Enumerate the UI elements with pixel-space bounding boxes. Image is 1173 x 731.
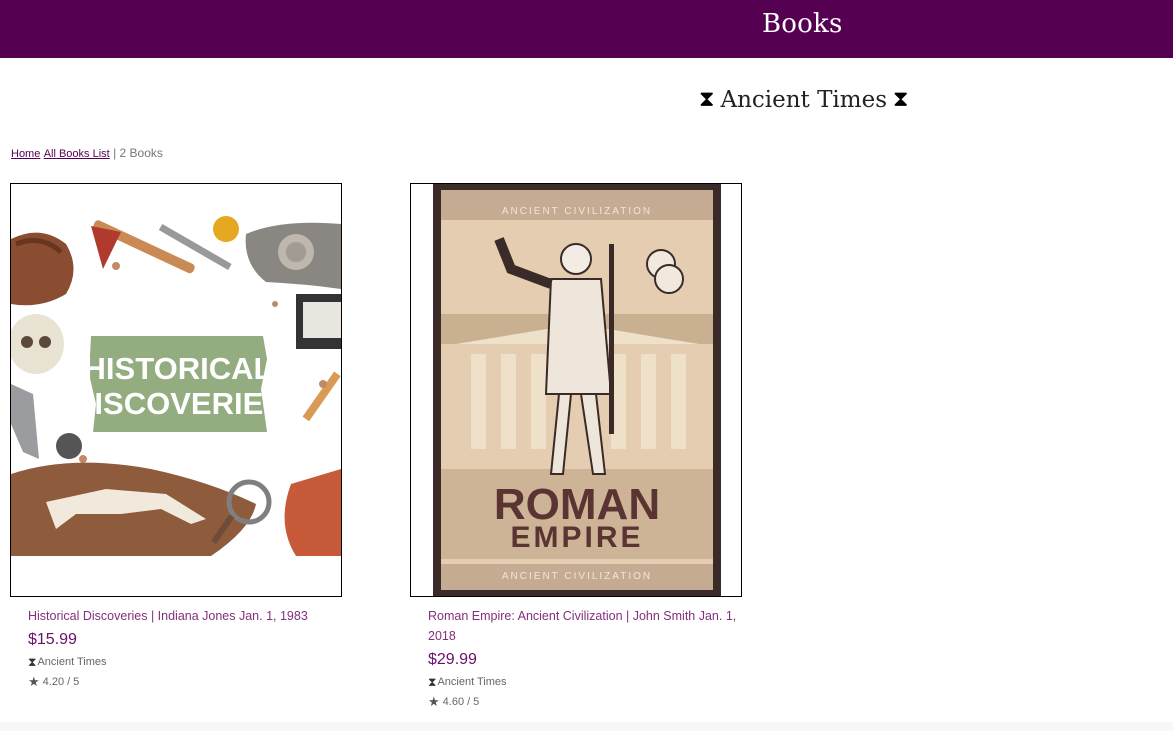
rating-max: 5 bbox=[73, 676, 80, 688]
rating-value: 4.60 bbox=[442, 696, 465, 708]
book-cover-link[interactable]: HISTORICAL DISCOVERIES bbox=[10, 183, 342, 597]
book-title-link[interactable]: Roman Empire: Ancient Civilization | Joh… bbox=[428, 606, 748, 646]
rating-value: 4.20 bbox=[42, 676, 65, 688]
home-link[interactable]: Home bbox=[11, 148, 40, 160]
rating-max: 5 bbox=[473, 696, 480, 708]
all-books-link[interactable]: All Books List bbox=[44, 148, 110, 160]
hourglass-icon: ⧗ bbox=[893, 87, 909, 112]
rating-slash: / bbox=[67, 676, 71, 688]
hourglass-icon: ⧗ bbox=[699, 87, 715, 112]
book-title-link[interactable]: Historical Discoveries | Indiana Jones J… bbox=[28, 606, 348, 626]
book-category-label: Ancient Times bbox=[37, 656, 107, 668]
book-category-label: Ancient Times bbox=[437, 676, 507, 688]
book-cover-image: ANCIENT CIVILIZATION ROMAN EMPIRE ANCIEN… bbox=[411, 184, 741, 596]
book-rating: ★ 4.60 / 5 bbox=[428, 692, 748, 712]
brand-link[interactable]: Books bbox=[762, 9, 843, 39]
book-count: 2 Books bbox=[119, 146, 163, 160]
rating-slash: / bbox=[467, 696, 471, 708]
category-title: Ancient Times bbox=[720, 87, 888, 113]
category-heading: ⧗ Ancient Times ⧗ bbox=[699, 84, 908, 116]
book-cover-image: HISTORICAL DISCOVERIES bbox=[11, 184, 341, 596]
cover-subtitle-top: ANCIENT CIVILIZATION bbox=[502, 206, 652, 217]
book-price: $15.99 bbox=[28, 631, 77, 648]
star-icon: ★ bbox=[428, 694, 440, 709]
book-rating: ★ 4.20 / 5 bbox=[28, 672, 348, 692]
book-cover-link[interactable]: ANCIENT CIVILIZATION ROMAN EMPIRE ANCIEN… bbox=[410, 183, 742, 597]
book-category[interactable]: ⧗ Ancient Times bbox=[28, 652, 348, 672]
page: Books ⧗ Ancient Times ⧗ Home All Books L… bbox=[0, 0, 1173, 722]
book-card-1: Historical Discoveries | Indiana Jones J… bbox=[28, 606, 348, 692]
book-card-2: Roman Empire: Ancient Civilization | Joh… bbox=[428, 606, 748, 712]
breadcrumb: Home All Books List | 2 Books bbox=[11, 146, 163, 160]
cover-title-line2: DISCOVERIES bbox=[72, 386, 284, 421]
top-header: Books bbox=[0, 0, 1173, 58]
hourglass-icon: ⧗ bbox=[428, 675, 437, 689]
breadcrumb-separator: | bbox=[113, 146, 117, 160]
book-price: $29.99 bbox=[428, 651, 477, 668]
cover-title-line1: HISTORICAL bbox=[84, 351, 273, 386]
hourglass-icon: ⧗ bbox=[28, 655, 37, 669]
cover-subtitle-bottom: ANCIENT CIVILIZATION bbox=[502, 571, 652, 582]
star-icon: ★ bbox=[28, 674, 40, 689]
book-category[interactable]: ⧗ Ancient Times bbox=[428, 672, 748, 692]
cover-title-line2: EMPIRE bbox=[510, 521, 643, 554]
